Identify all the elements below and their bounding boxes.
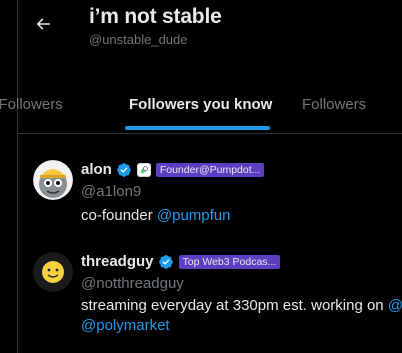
user-cell[interactable]: alon Founder@Pumpdot... @a1lon9 co-found… <box>18 160 402 230</box>
user-name-line: alon Founder@Pumpdot... <box>81 161 265 178</box>
avatar[interactable] <box>33 160 73 200</box>
user-handle[interactable]: @a1lon9 <box>81 183 141 200</box>
profile-header: i’m not stable @unstable_dude <box>0 0 402 72</box>
bio-text: co-founder <box>81 207 157 224</box>
user-bio-line-2: @polymarket <box>81 316 170 336</box>
affiliation-badge[interactable]: Top Web3 Podcas... <box>178 254 281 269</box>
arrow-left-icon <box>36 18 50 30</box>
bio-mention-link[interactable]: @pumpfun <box>157 207 231 224</box>
user-name[interactable]: threadguy <box>81 253 154 270</box>
user-handle[interactable]: @notthreadguy <box>81 275 184 292</box>
user-bio-line-1: streaming everyday at 330pm est. working… <box>81 296 402 316</box>
active-tab-indicator <box>125 126 270 130</box>
affiliation-badge[interactable]: Founder@Pumpdot... <box>155 162 265 177</box>
tab-followers[interactable]: Followers <box>302 96 366 113</box>
tab-bar: d Followers Followers you know Followers <box>0 80 402 132</box>
bio-mention-link[interactable]: @ <box>388 297 402 314</box>
user-name[interactable]: alon <box>81 161 112 178</box>
verified-badge-icon[interactable] <box>158 254 174 270</box>
smiley-avatar-icon <box>33 252 73 292</box>
user-name-line: threadguy Top Web3 Podcas... <box>81 253 281 270</box>
frog-avatar-icon <box>33 160 73 200</box>
page-handle: @unstable_dude <box>89 32 188 47</box>
verified-badge-icon[interactable] <box>116 162 132 178</box>
back-button[interactable] <box>30 11 56 37</box>
tabs-divider <box>18 133 402 134</box>
user-bio: co-founder @pumpfun <box>81 206 231 226</box>
page-title: i’m not stable <box>89 5 222 28</box>
user-cell[interactable]: threadguy Top Web3 Podcas... @notthreadg… <box>18 252 402 342</box>
tab-followers-you-know[interactable]: Followers you know <box>129 96 272 113</box>
avatar[interactable] <box>33 252 73 292</box>
pump-pill-icon[interactable] <box>136 162 151 177</box>
bio-text: streaming everyday at 330pm est. working… <box>81 297 388 314</box>
bio-mention-link[interactable]: @polymarket <box>81 317 170 334</box>
tab-verified-followers[interactable]: d Followers <box>0 96 63 113</box>
